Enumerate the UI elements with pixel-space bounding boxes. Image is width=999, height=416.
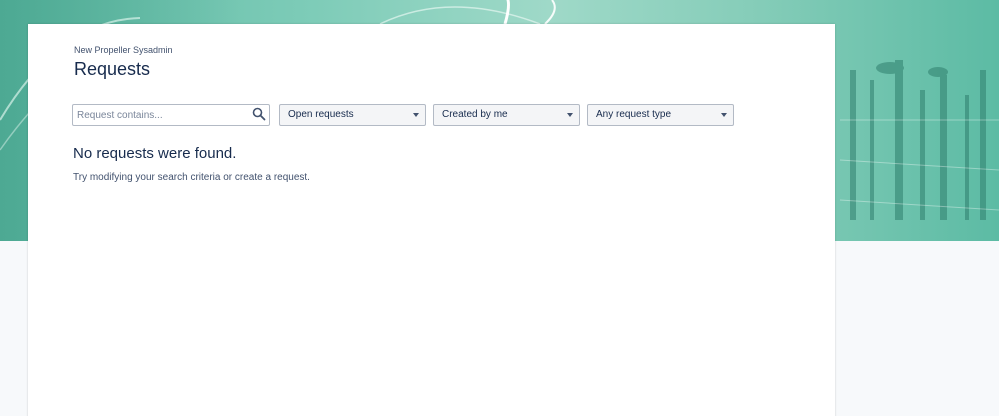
page-title: Requests [74, 59, 151, 79]
owner-filter-select[interactable]: Created by me [433, 104, 580, 126]
chevron-down-icon [567, 113, 573, 117]
create-request-link[interactable]: create a request [235, 172, 307, 183]
search-box [72, 104, 270, 126]
search-icon[interactable] [252, 107, 266, 121]
breadcrumb[interactable]: New Propeller Sysadmin [74, 45, 173, 55]
page: New Propeller Sysadmin Requests Open req… [0, 0, 999, 416]
requests-card: New Propeller Sysadmin Requests Open req… [28, 24, 835, 416]
chevron-down-icon [721, 113, 727, 117]
search-input[interactable] [77, 107, 245, 123]
owner-filter-value: Created by me [442, 109, 508, 120]
chevron-down-icon [413, 113, 419, 117]
type-filter-value: Any request type [596, 109, 672, 120]
type-filter-select[interactable]: Any request type [587, 104, 734, 126]
empty-state-title: No requests were found. [73, 145, 237, 162]
status-filter-select[interactable]: Open requests [279, 104, 426, 126]
status-filter-value: Open requests [288, 109, 354, 120]
empty-state-hint: Try modifying your search criteria or cr… [73, 172, 310, 183]
empty-state-hint-prefix: Try modifying your search criteria or [73, 172, 235, 183]
empty-state-hint-suffix: . [307, 172, 310, 183]
